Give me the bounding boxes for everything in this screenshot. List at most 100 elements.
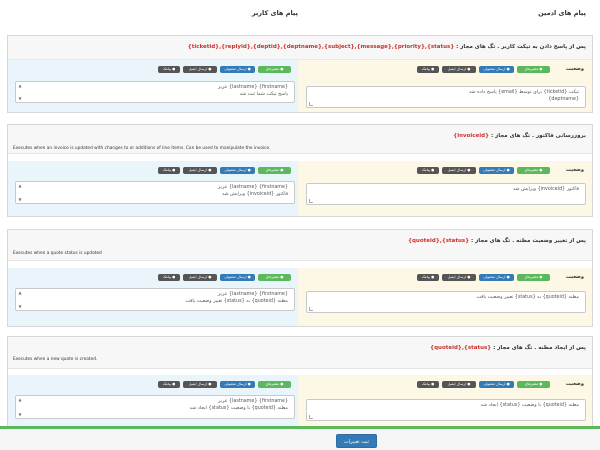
email-send-button[interactable]: ● ارسال ایمیل <box>183 381 217 388</box>
hook-section-ticket-reply: پس از پاسخ دادن به تیکت کاربر . تگ های م… <box>7 35 593 113</box>
hook-section-invoice-update: بروزرسانی فاکتور . تگ های مجاز : {invoic… <box>7 124 593 217</box>
email-send-button[interactable]: ● ارسال ایمیل <box>183 167 217 174</box>
sms-button[interactable]: ● پیامک <box>417 167 439 174</box>
status-label: وضعیت <box>565 274 584 280</box>
normal-send-button[interactable]: ● ارسال معمولی <box>479 66 514 73</box>
insert-variables-button[interactable]: ● متغیرهای <box>517 381 550 388</box>
footer-bar: ثبت تغییرات <box>0 426 600 450</box>
user-message-pane: ● متغیرهای ● ارسال معمولی ● ارسال ایمیل … <box>8 161 300 216</box>
section-title: پس از تغییر وضعیت مظنه . تگ های مجاز : {… <box>408 238 586 244</box>
textarea-line: {firstname} {lastname} عزیز <box>217 292 288 297</box>
admin-message-pane: وضعیت ● متغیرهای ● ارسال معمولی ● ارسال … <box>298 268 592 326</box>
column-headers: پیام های ادمین پیام های کاربر <box>0 6 600 24</box>
admin-message-textarea[interactable]: مظنه {quoteid} با وضعیت {status} ایجاد ش… <box>306 399 586 421</box>
sms-button[interactable]: ● پیامک <box>417 381 439 388</box>
section-title-text: پس از پاسخ دادن به تیکت کاربر . تگ های م… <box>456 44 586 50</box>
save-changes-button[interactable]: ثبت تغییرات <box>336 434 377 448</box>
textarea-line: تیکت {ticketid} برای توسط {email} پاسخ د… <box>469 90 579 95</box>
textarea-line: مظنه {quoteid} به {status} تغییر وضعیت ی… <box>476 295 579 300</box>
admin-message-pane: وضعیت ● متغیرهای ● ارسال معمولی ● ارسال … <box>298 60 592 112</box>
textarea-line: {deptname} <box>548 97 579 102</box>
normal-send-button[interactable]: ● ارسال معمولی <box>479 381 514 388</box>
normal-send-button[interactable]: ● ارسال معمولی <box>220 274 255 281</box>
email-send-button[interactable]: ● ارسال ایمیل <box>442 274 476 281</box>
insert-variables-button[interactable]: ● متغیرهای <box>258 66 291 73</box>
user-message-pane: ● متغیرهای ● ارسال معمولی ● ارسال ایمیل … <box>8 375 300 429</box>
section-title-text: پس از ایجاد مظنه . تگ های مجاز : <box>493 345 586 351</box>
insert-variables-button[interactable]: ● متغیرهای <box>258 167 291 174</box>
textarea-line: مظنه {quoteid} به {status} تغییر وضعیت ی… <box>185 299 288 304</box>
insert-variables-button[interactable]: ● متغیرهای <box>258 381 291 388</box>
sms-button[interactable]: ● پیامک <box>158 381 180 388</box>
admin-messages-header: پیام های ادمین <box>538 9 586 17</box>
sms-button[interactable]: ● پیامک <box>417 66 439 73</box>
insert-variables-button[interactable]: ● متغیرهای <box>517 66 550 73</box>
section-description: Executes when a new quote is created. <box>13 357 98 362</box>
sms-button[interactable]: ● پیامک <box>158 274 180 281</box>
email-send-button[interactable]: ● ارسال ایمیل <box>183 66 217 73</box>
section-header: پس از ایجاد مظنه . تگ های مجاز : {status… <box>8 337 592 369</box>
allowed-tags: {status},{priority},{message},{subject},… <box>187 44 455 50</box>
textarea-scrollbar[interactable]: ▲ ▼ <box>17 83 23 101</box>
sms-button[interactable]: ● پیامک <box>158 66 180 73</box>
status-label: وضعیت <box>565 167 584 173</box>
section-title-text: بروزرسانی فاکتور . تگ های مجاز : <box>490 133 586 139</box>
status-label: وضعیت <box>565 381 584 387</box>
textarea-line: پاسخ تیکت شما ثبت شد <box>239 92 288 97</box>
allowed-tags: {invoiceid} <box>453 133 490 139</box>
resize-handle-icon[interactable] <box>309 102 313 106</box>
insert-variables-button[interactable]: ● متغیرهای <box>517 167 550 174</box>
hook-section-quote-created: پس از ایجاد مظنه . تگ های مجاز : {status… <box>7 336 593 430</box>
admin-message-pane: وضعیت ● متغیرهای ● ارسال معمولی ● ارسال … <box>298 375 592 429</box>
textarea-line: مظنه {quoteid} با وضعیت {status} ایجاد ش… <box>189 406 288 411</box>
user-messages-header: پیام های کاربر <box>251 9 298 17</box>
user-message-pane: ● متغیرهای ● ارسال معمولی ● ارسال ایمیل … <box>8 268 300 326</box>
status-label: وضعیت <box>565 66 584 72</box>
textarea-line: {firstname} {lastname} عزیز <box>217 399 288 404</box>
hook-section-quote-status: پس از تغییر وضعیت مظنه . تگ های مجاز : {… <box>7 229 593 327</box>
email-send-button[interactable]: ● ارسال ایمیل <box>442 381 476 388</box>
section-title: بروزرسانی فاکتور . تگ های مجاز : {invoic… <box>453 133 586 139</box>
resize-handle-icon[interactable] <box>309 199 313 203</box>
insert-variables-button[interactable]: ● متغیرهای <box>258 274 291 281</box>
textarea-scrollbar[interactable]: ▲ ▼ <box>17 397 23 417</box>
email-send-button[interactable]: ● ارسال ایمیل <box>442 66 476 73</box>
textarea-scrollbar[interactable]: ▲ ▼ <box>17 183 23 202</box>
section-header: بروزرسانی فاکتور . تگ های مجاز : {invoic… <box>8 125 592 154</box>
section-description: Executes when an invoice is updated with… <box>13 146 271 151</box>
user-message-textarea[interactable]: {firstname} {lastname} عزیز مظنه {quotei… <box>15 288 295 311</box>
allowed-tags: {status},{quoteid} <box>408 238 470 244</box>
sms-button[interactable]: ● پیامک <box>417 274 439 281</box>
user-message-textarea[interactable]: {firstname} {lastname} عزیز مظنه {quotei… <box>15 395 295 419</box>
normal-send-button[interactable]: ● ارسال معمولی <box>220 381 255 388</box>
normal-send-button[interactable]: ● ارسال معمولی <box>220 167 255 174</box>
sms-button[interactable]: ● پیامک <box>158 167 180 174</box>
textarea-line: فاکتور {invoiceid} ویرایش شد <box>221 192 288 197</box>
textarea-line: {firstname} {lastname} عزیز <box>217 85 288 90</box>
admin-message-textarea[interactable]: فاکتور {invoiceid} ویرایش شد <box>306 183 586 205</box>
user-message-pane: ● متغیرهای ● ارسال معمولی ● ارسال ایمیل … <box>8 60 300 112</box>
email-send-button[interactable]: ● ارسال ایمیل <box>442 167 476 174</box>
normal-send-button[interactable]: ● ارسال معمولی <box>479 274 514 281</box>
section-title-text: پس از تغییر وضعیت مظنه . تگ های مجاز : <box>471 238 586 244</box>
section-description: Executes when a quote status is updated <box>13 251 102 256</box>
resize-handle-icon[interactable] <box>309 415 313 419</box>
user-message-textarea[interactable]: {firstname} {lastname} عزیز پاسخ تیکت شم… <box>15 81 295 103</box>
email-send-button[interactable]: ● ارسال ایمیل <box>183 274 217 281</box>
textarea-scrollbar[interactable]: ▲ ▼ <box>17 290 23 309</box>
section-title: پس از پاسخ دادن به تیکت کاربر . تگ های م… <box>188 44 586 50</box>
user-message-textarea[interactable]: {firstname} {lastname} عزیز فاکتور {invo… <box>15 181 295 204</box>
insert-variables-button[interactable]: ● متغیرهای <box>517 274 550 281</box>
section-header: پس از تغییر وضعیت مظنه . تگ های مجاز : {… <box>8 230 592 261</box>
textarea-line: {firstname} {lastname} عزیز <box>217 185 288 190</box>
admin-message-textarea[interactable]: مظنه {quoteid} به {status} تغییر وضعیت ی… <box>306 291 586 313</box>
textarea-line: مظنه {quoteid} با وضعیت {status} ایجاد ش… <box>480 403 579 408</box>
allowed-tags: {status},{quoteid} <box>430 345 492 351</box>
section-header: پس از پاسخ دادن به تیکت کاربر . تگ های م… <box>8 36 592 60</box>
section-title: پس از ایجاد مظنه . تگ های مجاز : {status… <box>430 345 586 351</box>
resize-handle-icon[interactable] <box>309 307 313 311</box>
textarea-line: فاکتور {invoiceid} ویرایش شد <box>512 187 579 192</box>
normal-send-button[interactable]: ● ارسال معمولی <box>479 167 514 174</box>
admin-message-textarea[interactable]: تیکت {ticketid} برای توسط {email} پاسخ د… <box>306 86 586 108</box>
normal-send-button[interactable]: ● ارسال معمولی <box>220 66 255 73</box>
